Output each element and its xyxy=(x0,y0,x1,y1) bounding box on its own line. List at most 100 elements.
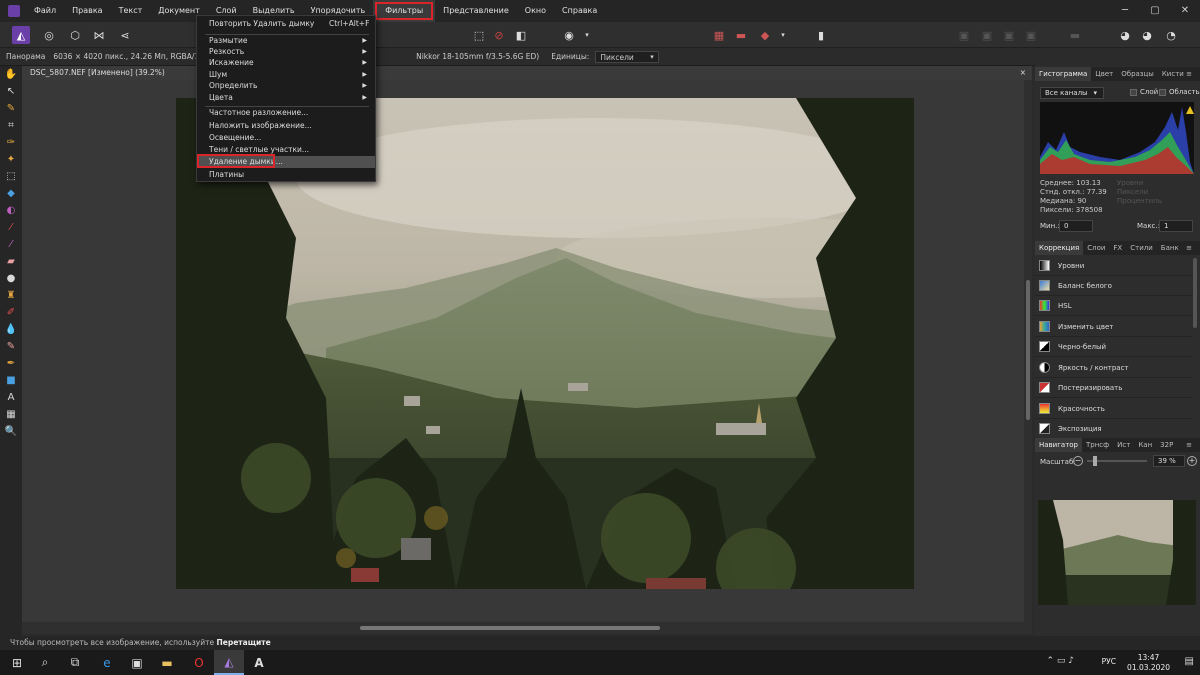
clone-tool-icon[interactable]: ♜ xyxy=(0,287,22,304)
mesh-warp-icon[interactable]: ▦ xyxy=(0,406,22,423)
language-indicator[interactable]: РУС xyxy=(1102,657,1116,666)
menu-item-repeat-filter[interactable]: Повторить Удалить дымку Ctrl+Alt+F xyxy=(197,18,375,30)
chevron-down-icon[interactable]: ▾ xyxy=(578,26,596,44)
menu-item-apply-image[interactable]: Наложить изображение... xyxy=(197,120,375,132)
channel-select[interactable]: Все каналы ▾ xyxy=(1040,87,1104,99)
layer-checkbox[interactable] xyxy=(1130,89,1137,96)
chevron-down-icon-2[interactable]: ▾ xyxy=(774,26,792,44)
zoom-out-icon[interactable]: − xyxy=(1073,456,1083,466)
menu-item-colors[interactable]: Цвета ▶ xyxy=(197,92,375,104)
tab-history[interactable]: Ист xyxy=(1113,438,1134,452)
smudge-tool-icon[interactable]: ✎ xyxy=(0,338,22,355)
retouch-tool-icon[interactable]: ✐ xyxy=(0,304,22,321)
tab-stock[interactable]: Банк xyxy=(1157,241,1183,255)
explorer-icon[interactable]: ▬ xyxy=(152,650,182,675)
horizontal-scrollbar[interactable] xyxy=(22,622,1032,634)
menu-item-plugins[interactable]: Платины xyxy=(197,169,375,181)
affinity-photo-taskbar-icon[interactable]: ◭ xyxy=(214,650,244,675)
zoom-slider-handle[interactable] xyxy=(1093,456,1097,466)
panel-menu-icon-3[interactable]: ≡ xyxy=(1182,438,1196,452)
start-icon[interactable]: ⊞ xyxy=(2,650,32,675)
document-tab[interactable]: DSC_5807.NEF [Изменено] (39.2%) × xyxy=(22,66,1032,80)
tab-channels[interactable]: Кан xyxy=(1134,438,1156,452)
tab-navigator[interactable]: Навигатор xyxy=(1035,438,1082,452)
tab-swatches[interactable]: Образцы xyxy=(1117,67,1158,81)
tone-mapping-persona-icon[interactable]: ⋈ xyxy=(90,26,108,44)
maximize-icon[interactable]: ▢ xyxy=(1140,0,1170,22)
gradient-tool-icon[interactable]: ◐ xyxy=(0,202,22,219)
menu-filters[interactable]: Фильтры xyxy=(373,0,436,22)
align-icon[interactable]: ▣ xyxy=(955,26,973,44)
zoom-tool-icon[interactable]: 🔍 xyxy=(0,423,22,440)
arrange-icon[interactable]: ▣ xyxy=(1000,26,1018,44)
selection-brush-icon[interactable]: ✑ xyxy=(0,134,22,151)
flood-select-icon[interactable]: ✦ xyxy=(0,151,22,168)
menu-item-detect[interactable]: Определить ▶ xyxy=(197,80,375,92)
photo-persona-icon[interactable]: ◭ xyxy=(12,26,30,44)
area-checkbox[interactable] xyxy=(1159,89,1166,96)
global-icon[interactable]: ◔ xyxy=(1162,26,1180,44)
color-picker-icon[interactable]: ◆ xyxy=(756,26,774,44)
photos-icon[interactable]: ▣ xyxy=(122,650,152,675)
snap-icon[interactable]: ◕ xyxy=(1116,26,1134,44)
selection-mode-icon[interactable]: ⬚ xyxy=(470,26,488,44)
marquee-tool-icon[interactable]: ⬚ xyxy=(0,168,22,185)
notifications-icon[interactable]: ▤ xyxy=(1185,656,1194,667)
menu-window[interactable]: Окно xyxy=(517,0,554,22)
tray-icons[interactable]: ⌃ ▭ ♪ xyxy=(1046,656,1074,666)
fill-tool-icon[interactable]: ◆ xyxy=(0,185,22,202)
menu-edit[interactable]: Правка xyxy=(64,0,110,22)
assistant-icon[interactable]: ▮ xyxy=(812,26,830,44)
liquify-persona-icon[interactable]: ◎ xyxy=(40,26,58,44)
max-input[interactable]: 1 xyxy=(1159,220,1193,232)
quick-mask-icon[interactable]: ◉ xyxy=(560,26,578,44)
text-tool-icon[interactable]: A xyxy=(0,389,22,406)
adjust-brightness-contrast[interactable]: Яркость / контраст xyxy=(1035,358,1193,378)
menu-item-frequency-separation[interactable]: Частотное разложение... xyxy=(197,107,375,119)
shape-tool-icon[interactable]: ■ xyxy=(0,372,22,389)
pen-tool-icon[interactable]: ✒ xyxy=(0,355,22,372)
menu-item-distort[interactable]: Искажение ▶ xyxy=(197,57,375,69)
zoom-value[interactable]: 39 % xyxy=(1153,455,1185,467)
tab-fx[interactable]: FX xyxy=(1109,241,1126,255)
app-a-icon[interactable]: A xyxy=(244,650,274,675)
mask-icon[interactable]: ◕ xyxy=(1138,26,1156,44)
min-input[interactable]: 0 xyxy=(1059,220,1093,232)
vertical-scrollbar[interactable] xyxy=(1024,80,1032,622)
tab-transform[interactable]: Трнсф xyxy=(1082,438,1113,452)
adjust-white-balance[interactable]: Баланс белого xyxy=(1035,276,1193,296)
distribute-icon[interactable]: ▣ xyxy=(978,26,996,44)
panel-menu-icon-2[interactable]: ≡ xyxy=(1182,241,1196,255)
invert-selection-icon[interactable]: ◧ xyxy=(512,26,530,44)
minimize-icon[interactable]: ─ xyxy=(1110,0,1140,22)
close-window-icon[interactable]: ✕ xyxy=(1170,0,1200,22)
adjust-hsl[interactable]: HSL xyxy=(1035,296,1193,316)
transform-icon[interactable]: ▣ xyxy=(1022,26,1040,44)
adjust-levels[interactable]: Уровни xyxy=(1035,256,1193,276)
tab-histogram[interactable]: Гистограмма xyxy=(1035,67,1092,81)
crop-tool-icon[interactable]: ⌗ xyxy=(0,117,22,134)
channels-icon[interactable]: ▬ xyxy=(732,26,750,44)
task-view-icon[interactable]: ⧉ xyxy=(60,650,90,675)
adjust-exposure[interactable]: Экспозиция xyxy=(1035,419,1193,439)
tab-32p[interactable]: 32P xyxy=(1156,438,1177,452)
clock[interactable]: 13:47 01.03.2020 xyxy=(1127,653,1170,673)
menu-text[interactable]: Текст xyxy=(111,0,151,22)
deselect-icon[interactable]: ⊘ xyxy=(490,26,508,44)
grid-icon[interactable]: ▦ xyxy=(710,26,728,44)
adjustment-scrollbar[interactable] xyxy=(1193,258,1197,328)
menu-help[interactable]: Справка xyxy=(554,0,605,22)
adjust-replace-color[interactable]: Изменить цвет xyxy=(1035,317,1193,337)
close-document-icon[interactable]: × xyxy=(1020,66,1026,80)
opera-icon[interactable]: O xyxy=(184,650,214,675)
export-persona-icon[interactable]: ⋖ xyxy=(116,26,134,44)
hand-tool-icon[interactable]: ✋ xyxy=(0,66,22,83)
zoom-in-icon[interactable]: + xyxy=(1187,456,1197,466)
erase-tool-icon[interactable]: ▰ xyxy=(0,253,22,270)
menu-view[interactable]: Представление xyxy=(435,0,517,22)
adjust-black-white[interactable]: Черно-белый xyxy=(1035,337,1193,357)
tab-styles[interactable]: Стили xyxy=(1126,241,1157,255)
tab-layers[interactable]: Слои xyxy=(1083,241,1109,255)
adjust-vibrance[interactable]: Красочность xyxy=(1035,399,1193,419)
menu-item-lighting[interactable]: Освещение... xyxy=(197,132,375,144)
